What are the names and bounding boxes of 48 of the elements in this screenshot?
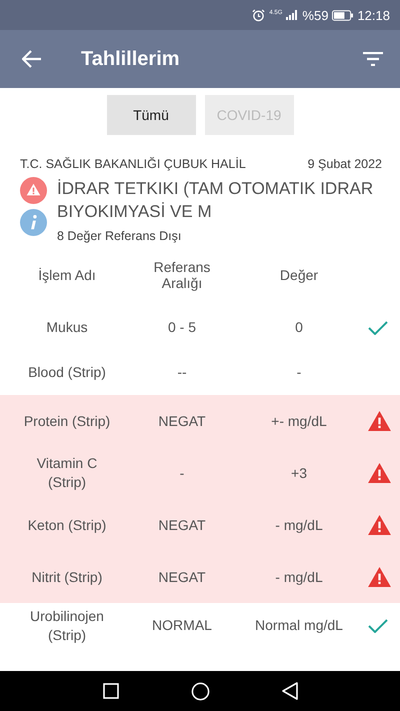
table-cell-text: -- <box>176 363 188 382</box>
out-of-range-count: 8 Değer Referans Dışı <box>57 229 182 243</box>
warning-icon <box>20 177 47 204</box>
column-header: İşlem Adı <box>38 267 96 283</box>
battery-percent: %59 <box>302 8 328 22</box>
table-cell: Protein (Strip) <box>24 412 110 430</box>
table-cell: Keton (Strip) <box>28 516 106 534</box>
warning-icon <box>368 567 391 587</box>
table-cell-text: - mg/dL <box>274 568 324 586</box>
filter-icon[interactable] <box>363 52 383 66</box>
table-cell-text: NEGAT <box>157 412 207 430</box>
table-cell-text: Vitamin C (Strip) <box>36 454 98 492</box>
info-icon <box>20 209 47 236</box>
warning-icon <box>368 411 391 431</box>
check-icon <box>368 618 388 632</box>
home-icon[interactable] <box>190 682 210 700</box>
table-cell-text: +- mg/dL <box>270 412 328 430</box>
table-cell-text: +3 <box>290 464 308 482</box>
table-cell: Nitrit (Strip) <box>32 568 102 586</box>
table-cell-text: - mg/dL <box>274 516 324 534</box>
table-cell: Mukus <box>46 318 88 337</box>
table-cell-text: 0 <box>294 318 304 337</box>
table-cell: Blood (Strip) <box>28 363 106 382</box>
test-date: 9 Şubat 2022 <box>308 157 382 171</box>
back-icon[interactable] <box>282 682 298 700</box>
test-title: İDRAR TETKIKI (TAM OTOMATIK IDRAR BIYOKIMYASİ VE M <box>57 178 374 223</box>
column-header: Referans Aralığı <box>152 259 212 291</box>
signal-icon <box>286 10 298 20</box>
column-header: Değer <box>280 267 318 283</box>
table-cell-text: Normal mg/dL <box>254 616 344 635</box>
table-cell-text: NORMAL <box>151 616 213 635</box>
screen-title: Tahlillerim <box>81 48 181 70</box>
table-cell-text: NEGAT <box>157 568 207 586</box>
table-cell-text: Urobilinojen (Strip) <box>29 606 105 644</box>
recents-icon[interactable] <box>102 683 118 699</box>
check-icon <box>368 320 388 334</box>
table-cell-text: 0 - 5 <box>166 318 197 337</box>
alarm-icon <box>252 8 266 22</box>
table-cell-text: - <box>296 363 302 382</box>
clock: 12:18 <box>357 8 390 22</box>
battery-icon <box>332 10 354 20</box>
table-cell-text: NEGAT <box>157 516 207 534</box>
lab-source: T.C. SAĞLIK BAKANLIĞI ÇUBUK HALİL <box>20 157 246 171</box>
warning-icon <box>368 463 391 483</box>
warning-icon <box>368 515 391 535</box>
back-arrow-icon[interactable] <box>22 50 42 68</box>
filter-tab[interactable]: Tümü <box>106 95 196 135</box>
table-cell-text: - <box>178 464 186 482</box>
